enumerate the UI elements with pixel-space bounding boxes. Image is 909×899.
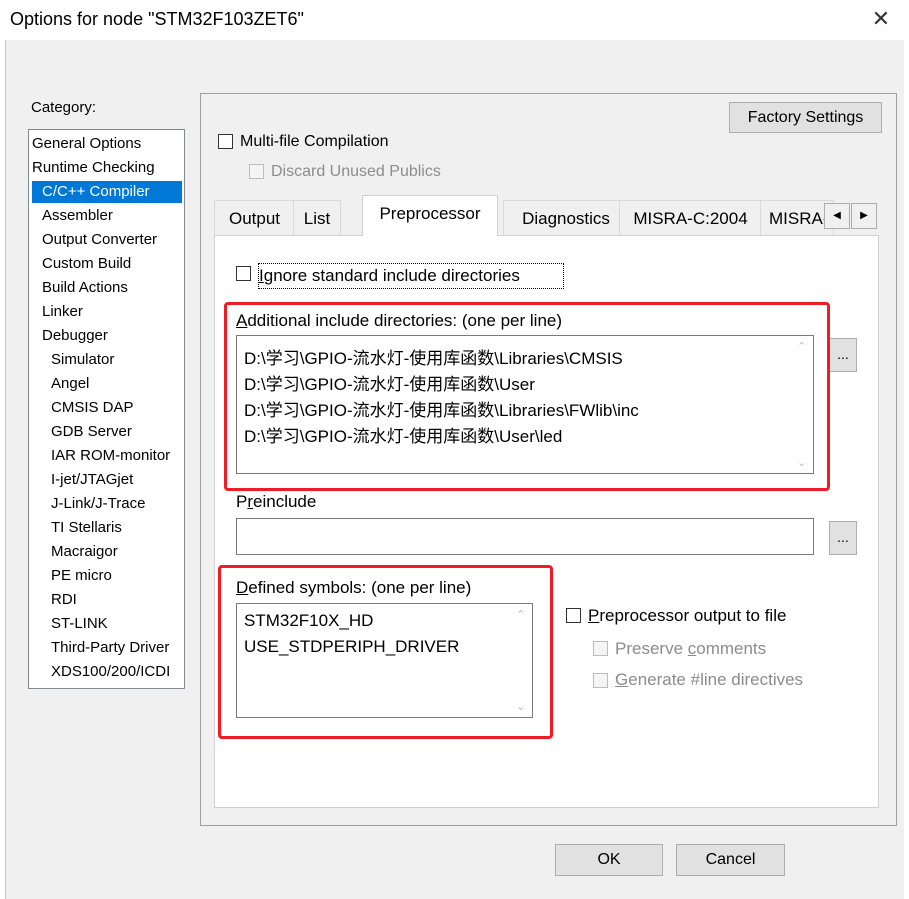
generate-line-checkbox (593, 673, 608, 688)
discard-unused-checkbox (249, 164, 264, 179)
category-item[interactable]: Custom Build (42, 253, 131, 275)
category-item[interactable]: Build Actions (42, 277, 128, 299)
include-dirs-textarea[interactable]: D:\学习\GPIO-流水灯-使用库函数\Libraries\CMSIS D:\… (236, 335, 814, 474)
tab-misra-1998[interactable]: MISRA- (760, 200, 834, 236)
category-list[interactable]: General Options Runtime Checking C/C++ C… (28, 129, 185, 689)
category-item[interactable]: RDI (51, 589, 77, 611)
category-item[interactable]: Assembler (42, 205, 113, 227)
category-item[interactable]: Simulator (51, 349, 114, 371)
category-item[interactable]: J-Link/J-Trace (51, 493, 145, 515)
tab-scroll-left-icon[interactable]: ◀ (824, 203, 850, 229)
include-dirs-label: Additional include directories: (one per… (236, 311, 562, 331)
tab-output[interactable]: Output (214, 200, 295, 236)
tab-diagnostics[interactable]: Diagnostics (503, 200, 629, 236)
tab-strip: Output List Diagnostics MISRA-C:2004 MIS… (214, 200, 834, 236)
include-dir-line: D:\学习\GPIO-流水灯-使用库函数\User\led (244, 427, 563, 446)
include-dirs-browse-button[interactable]: ... (829, 338, 857, 372)
include-dirs-scrollbar[interactable]: ⌃ ⌄ (793, 336, 813, 473)
preinclude-browse-button[interactable]: ... (829, 521, 857, 555)
preinclude-label-text: einclude (253, 492, 317, 511)
defined-symbols-label-text: efined symbols: (one per line) (248, 578, 472, 597)
scroll-down-icon[interactable]: ⌄ (516, 700, 525, 713)
category-item[interactable]: General Options (32, 133, 141, 155)
category-item[interactable]: ST-LINK (51, 613, 108, 635)
factory-settings-button[interactable]: Factory Settings (729, 102, 882, 133)
pp-output-mnemonic: P (588, 606, 600, 625)
category-item[interactable]: TI Stellaris (51, 517, 122, 539)
category-item[interactable]: I-jet/JTAGjet (51, 469, 133, 491)
tab-list[interactable]: List (293, 200, 341, 236)
preinclude-label: Preinclude (236, 492, 316, 512)
include-dirs-label-text: dditional include directories: (one per … (247, 311, 563, 330)
category-item[interactable]: Runtime Checking (32, 157, 155, 179)
category-item[interactable]: Angel (51, 373, 89, 395)
preserve-comments-label-text: omments (696, 639, 767, 658)
multi-file-label: Multi-file Compilation (240, 133, 389, 150)
ignore-std-label-text: gnore standard include directories (263, 266, 520, 285)
category-item[interactable]: CMSIS DAP (51, 397, 134, 419)
pp-output-checkbox[interactable] (566, 608, 581, 623)
preserve-comments-label: Preserve comments (615, 639, 766, 659)
category-item[interactable]: XDS100/200/ICDI (51, 661, 170, 683)
preserve-comments-pre: Preserve (615, 639, 688, 658)
close-icon[interactable]: ✕ (866, 4, 896, 34)
preserve-comments-mnemonic: c (687, 639, 697, 658)
defined-symbols-textarea[interactable]: STM32F10X_HD USE_STDPERIPH_DRIVER ⌃ ⌄ (236, 603, 533, 718)
multi-file-checkbox[interactable] (218, 134, 233, 149)
scroll-up-icon[interactable]: ⌃ (516, 608, 525, 621)
window-title: Options for node "STM32F103ZET6" (10, 9, 304, 29)
category-item[interactable]: IAR ROM-monitor (51, 445, 170, 467)
include-dirs-mnemonic: A (236, 311, 248, 330)
ok-button[interactable]: OK (555, 844, 663, 876)
category-item[interactable]: PE micro (51, 565, 112, 587)
category-item[interactable]: GDB Server (51, 421, 132, 443)
generate-line-label-text: enerate #line directives (628, 670, 804, 689)
include-dir-line: D:\学习\GPIO-流水灯-使用库函数\Libraries\CMSIS (244, 349, 623, 368)
preinclude-label-p: P (236, 492, 248, 511)
defined-symbols-label: Defined symbols: (one per line) (236, 578, 471, 598)
defined-symbol-line: STM32F10X_HD (244, 611, 374, 630)
preinclude-input[interactable] (236, 518, 814, 555)
scroll-down-icon[interactable]: ⌄ (797, 456, 806, 469)
cancel-button[interactable]: Cancel (676, 844, 785, 876)
tab-misra-2004[interactable]: MISRA-C:2004 (619, 200, 762, 236)
discard-unused-label: Discard Unused Publics (271, 163, 441, 180)
category-item-selected[interactable]: C/C++ Compiler (32, 181, 182, 203)
generate-line-mnemonic: G (615, 670, 629, 689)
preserve-comments-checkbox (593, 641, 608, 656)
tab-preprocessor[interactable]: Preprocessor (362, 195, 498, 236)
category-item[interactable]: Debugger (42, 325, 108, 347)
category-item[interactable]: Third-Party Driver (51, 637, 169, 659)
pp-output-label-text: reprocessor output to file (599, 606, 787, 625)
ignore-std-include-checkbox[interactable] (236, 266, 251, 281)
scroll-up-icon[interactable]: ⌃ (797, 340, 806, 353)
defined-symbol-line: USE_STDPERIPH_DRIVER (244, 637, 460, 656)
ignore-std-include-label: Ignore standard include directories (258, 263, 564, 289)
generate-line-label: Generate #line directives (615, 670, 803, 690)
include-dir-line: D:\学习\GPIO-流水灯-使用库函数\Libraries\FWlib\inc (244, 401, 639, 420)
category-item[interactable]: Output Converter (42, 229, 157, 251)
category-item[interactable]: Macraigor (51, 541, 118, 563)
pp-output-label: Preprocessor output to file (588, 606, 786, 626)
category-item[interactable]: Linker (42, 301, 83, 323)
defined-symbols-mnemonic: D (236, 578, 249, 597)
include-dir-line: D:\学习\GPIO-流水灯-使用库函数\User (244, 375, 535, 394)
tab-scroll-right-icon[interactable]: ▶ (851, 203, 877, 229)
category-label: Category: (31, 99, 97, 116)
defined-symbols-scrollbar[interactable]: ⌃ ⌄ (512, 604, 532, 717)
